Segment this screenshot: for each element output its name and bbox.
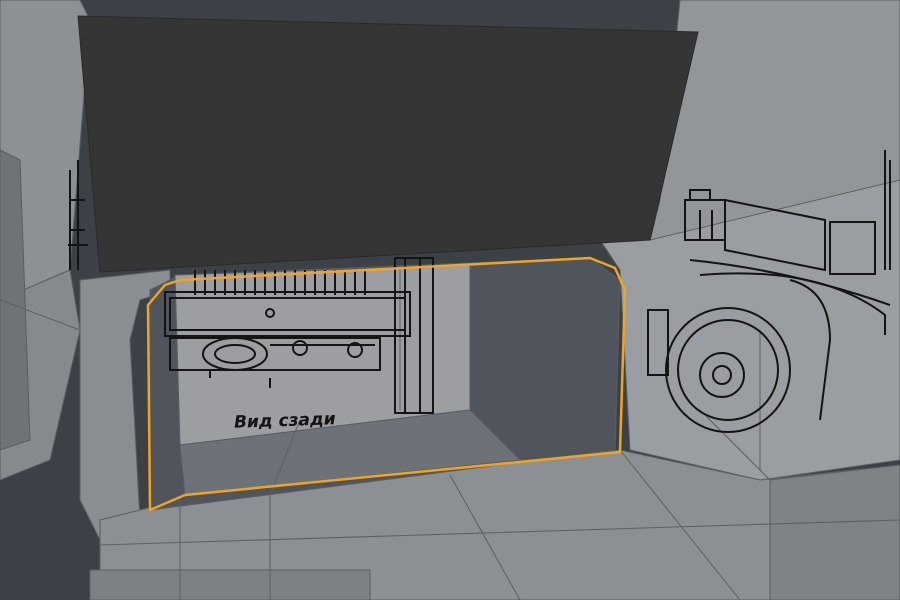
front-panel <box>89 569 371 600</box>
scene-canvas[interactable] <box>0 0 900 600</box>
right-block <box>769 464 900 600</box>
blueprint-caption: Вид сзади <box>233 409 336 433</box>
dark-reference-panel[interactable] <box>77 15 699 273</box>
3d-viewport[interactable]: Вид сзади <box>0 0 900 600</box>
